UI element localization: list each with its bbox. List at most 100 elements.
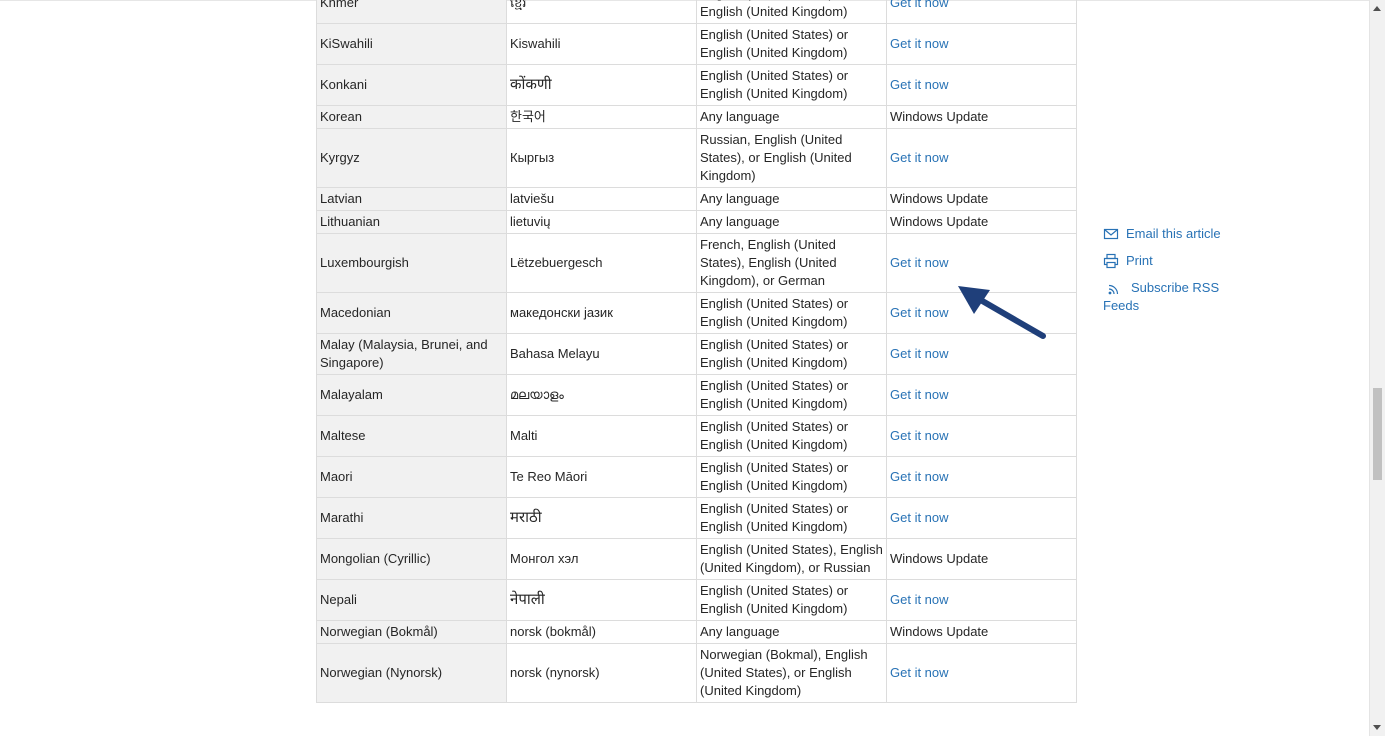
table-row: Nepali नेपाली English (United States) or E…: [316, 579, 1077, 621]
table-row: Maori Te Reo Māori English (United States)…: [316, 456, 1077, 498]
base-language-cell: Any language: [696, 620, 887, 644]
table-row: Latvian latviešu Any language Windows Updat…: [316, 187, 1077, 211]
subscribe-rss-label-feeds: Feeds: [1103, 298, 1140, 313]
availability-cell: Get it now: [886, 643, 1077, 703]
native-name-cell: norsk (nynorsk): [506, 643, 697, 703]
native-name-cell: Te Reo Māori: [506, 456, 697, 498]
availability-cell: Windows Update: [886, 620, 1077, 644]
get-it-now-link[interactable]: Get it now: [890, 77, 949, 92]
language-cell: Maori: [316, 456, 507, 498]
language-packs-table: Khmerខ្មែរEnglish (United States) or Eng…: [316, 0, 1077, 703]
native-name-cell: Bahasa Melayu: [506, 333, 697, 375]
table-row: Macedonian македонски јазик English (Unite…: [316, 292, 1077, 334]
language-cell: Luxembourgish: [316, 233, 507, 293]
get-it-now-link[interactable]: Get it now: [890, 428, 949, 443]
base-language-cell: English (United States) or English (Unit…: [696, 456, 887, 498]
table-row: Norwegian (Nynorsk) norsk (nynorsk) Norweg…: [316, 643, 1077, 703]
vertical-scrollbar[interactable]: [1369, 0, 1385, 736]
table-row: Maltese Malti English (United States) or E…: [316, 415, 1077, 457]
scroll-down-arrow-icon[interactable]: [1373, 725, 1381, 730]
base-language-cell: English (United States) or English (Unit…: [696, 374, 887, 416]
base-language-cell: Russian, English (United States), or Eng…: [696, 128, 887, 188]
base-language-cell: English (United States) or English (Unit…: [696, 497, 887, 539]
language-cell: Malay (Malaysia, Brunei, and Singapore): [316, 333, 507, 375]
availability-cell: Get it now: [886, 579, 1077, 621]
envelope-icon: [1103, 228, 1119, 240]
table-row: Mongolian (Cyrillic) Монгол хэл English (U…: [316, 538, 1077, 580]
subscribe-rss-row: Subscribe RSS: [1103, 279, 1219, 297]
native-name-cell: Malti: [506, 415, 697, 457]
printer-icon: [1103, 253, 1119, 269]
base-language-cell: English (United States) or English (Unit…: [696, 64, 887, 106]
table-row: KiSwahili Kiswahili English (United States…: [316, 23, 1077, 65]
subscribe-rss-label: Subscribe RSS: [1131, 280, 1220, 295]
base-language-cell: Norwegian (Bokmal), English (United Stat…: [696, 643, 887, 703]
get-it-now-link[interactable]: Get it now: [890, 510, 949, 525]
native-name-cell: Кыргыз: [506, 128, 697, 188]
table-row: Malay (Malaysia, Brunei, and Singapore) B…: [316, 333, 1077, 375]
get-it-now-link[interactable]: Get it now: [890, 592, 949, 607]
availability-cell: Get it now: [886, 333, 1077, 375]
base-language-cell: English (United States), English (United…: [696, 538, 887, 580]
subscribe-rss-link[interactable]: Subscribe RSS Feeds: [1103, 279, 1283, 315]
availability-cell: Windows Update: [886, 538, 1077, 580]
native-name-cell: norsk (bokmål): [506, 620, 697, 644]
native-name-cell: മലയാളം: [506, 374, 697, 416]
native-name-cell: latviešu: [506, 187, 697, 211]
get-it-now-link[interactable]: Get it now: [890, 255, 949, 270]
language-cell: Macedonian: [316, 292, 507, 334]
get-it-now-link[interactable]: Get it now: [890, 0, 949, 10]
table-row: Kyrgyz Кыргыз Russian, English (United Sta…: [316, 128, 1077, 188]
availability-cell: Get it now: [886, 233, 1077, 293]
availability-cell: Windows Update: [886, 105, 1077, 129]
base-language-cell: Any language: [696, 210, 887, 234]
availability-cell: Get it now: [886, 497, 1077, 539]
language-packs-table-body: Khmerខ្មែរEnglish (United States) or Eng…: [316, 0, 1077, 703]
availability-cell: Get it now: [886, 374, 1077, 416]
base-language-cell: English (United States) or English (Unit…: [696, 333, 887, 375]
language-cell: Latvian: [316, 187, 507, 211]
get-it-now-link[interactable]: Get it now: [890, 387, 949, 402]
native-name-cell: नेपाली: [506, 579, 697, 621]
get-it-now-link[interactable]: Get it now: [890, 469, 949, 484]
language-cell: Norwegian (Bokmål): [316, 620, 507, 644]
table-row: Norwegian (Bokmål) norsk (bokmål) Any lang…: [316, 620, 1077, 644]
base-language-cell: English (United States) or English (Unit…: [696, 415, 887, 457]
get-it-now-link[interactable]: Get it now: [890, 36, 949, 51]
table-row: Korean 한국어 Any language Windows Update: [316, 105, 1077, 129]
native-name-cell: Монгол хэл: [506, 538, 697, 580]
print-link[interactable]: Print: [1103, 252, 1283, 270]
base-language-cell: English (United States) or English (Unit…: [696, 292, 887, 334]
language-cell: Malayalam: [316, 374, 507, 416]
language-cell: Norwegian (Nynorsk): [316, 643, 507, 703]
availability-cell: Get it now: [886, 23, 1077, 65]
email-article-label: Email this article: [1126, 226, 1221, 241]
table-row: Marathi मराठी English (United States) or E…: [316, 497, 1077, 539]
native-name-cell: Kiswahili: [506, 23, 697, 65]
base-language-cell: English (United States) or English (Unit…: [696, 579, 887, 621]
language-cell: Nepali: [316, 579, 507, 621]
rss-icon: [1108, 284, 1119, 294]
get-it-now-link[interactable]: Get it now: [890, 150, 949, 165]
language-cell: Korean: [316, 105, 507, 129]
base-language-cell: Any language: [696, 187, 887, 211]
scroll-up-arrow-icon[interactable]: [1373, 6, 1381, 11]
base-language-cell: Any language: [696, 105, 887, 129]
table-row: Luxembourgish Lëtzebuergesch French, Engli…: [316, 233, 1077, 293]
email-article-link[interactable]: Email this article: [1103, 225, 1283, 243]
availability-cell: Get it now: [886, 415, 1077, 457]
availability-cell: Windows Update: [886, 187, 1077, 211]
table-row: Malayalam മലയാളം English (United States) o…: [316, 374, 1077, 416]
table-row: Konkani कोंकणी English (United States) or …: [316, 64, 1077, 106]
language-packs-table-container: Khmerខ្មែរEnglish (United States) or Eng…: [316, 0, 1077, 703]
get-it-now-link[interactable]: Get it now: [890, 665, 949, 680]
base-language-cell: English (United States) or English (Unit…: [696, 0, 887, 24]
availability-cell: Get it now: [886, 0, 1077, 24]
native-name-cell: 한국어: [506, 105, 697, 129]
get-it-now-link[interactable]: Get it now: [890, 305, 949, 320]
availability-cell: Get it now: [886, 292, 1077, 334]
availability-cell: Get it now: [886, 128, 1077, 188]
language-cell: Khmer: [316, 0, 507, 24]
scrollbar-thumb[interactable]: [1373, 388, 1382, 480]
get-it-now-link[interactable]: Get it now: [890, 346, 949, 361]
